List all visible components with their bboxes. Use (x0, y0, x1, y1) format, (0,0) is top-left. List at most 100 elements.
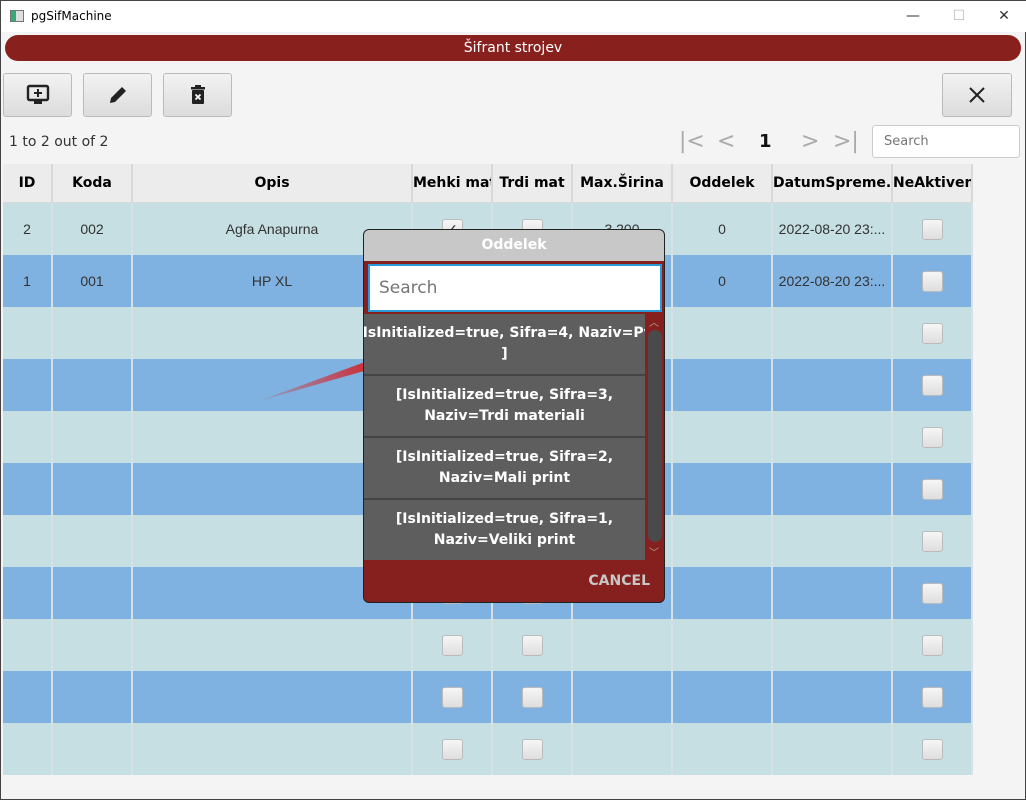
column-header[interactable]: Max.Širina (573, 164, 673, 203)
cell-neaktiven (893, 671, 973, 723)
checkbox[interactable] (441, 634, 463, 656)
column-header[interactable]: NeAktiven (893, 164, 973, 203)
checkbox[interactable] (921, 530, 943, 552)
checkbox[interactable] (921, 686, 943, 708)
close-button[interactable] (942, 73, 1012, 117)
cell-koda (53, 307, 133, 359)
cell-id (3, 463, 53, 515)
cell-mehki-mat (413, 671, 493, 723)
next-page-button[interactable]: > (801, 129, 819, 154)
prev-page-button[interactable]: < (717, 129, 735, 154)
close-icon (969, 87, 985, 103)
cell-datum (773, 567, 893, 619)
cell-id (3, 359, 53, 411)
window-close-button[interactable]: ✕ (981, 1, 1026, 32)
search-input[interactable] (872, 125, 1020, 158)
cell-neaktiven (893, 359, 973, 411)
edit-button[interactable] (83, 73, 152, 117)
dialog-title: Oddelek (364, 230, 664, 261)
checkbox[interactable] (921, 478, 943, 500)
add-button[interactable] (3, 73, 72, 117)
table-row[interactable] (3, 723, 973, 775)
cell-max-sirina (573, 671, 673, 723)
last-page-button[interactable]: >| (833, 129, 859, 154)
table-row[interactable] (3, 619, 973, 671)
list-item[interactable]: [IsInitialized=true, Sifra=1, Naziv=Veli… (364, 500, 645, 560)
cell-neaktiven (893, 255, 973, 307)
checkbox[interactable] (921, 218, 943, 240)
table-row[interactable] (3, 671, 973, 723)
checkbox[interactable] (521, 686, 543, 708)
cell-oddelek (673, 463, 773, 515)
column-header[interactable]: Oddelek (673, 164, 773, 203)
pencil-icon (109, 87, 126, 103)
cell-id (3, 567, 53, 619)
cell-opis (133, 723, 413, 775)
scrollbar-thumb[interactable] (648, 330, 662, 542)
cell-id (3, 619, 53, 671)
column-header[interactable]: DatumSpreme... (773, 164, 893, 203)
list-scrollbar[interactable]: ︿ ﹀ (645, 314, 664, 560)
cell-koda (53, 515, 133, 567)
cell-koda (53, 723, 133, 775)
list-item[interactable]: [IsInitialized=true, Sifra=3, Naziv=Trdi… (364, 376, 645, 438)
checkbox[interactable] (921, 426, 943, 448)
cell-oddelek (673, 307, 773, 359)
checkbox[interactable] (441, 686, 463, 708)
cell-datum (773, 307, 893, 359)
cell-id (3, 515, 53, 567)
checkbox[interactable] (921, 374, 943, 396)
cell-neaktiven (893, 619, 973, 671)
cell-koda (53, 359, 133, 411)
list-item-label: [IsInitialized=true, Sifra=2, Naziv=Mali… (395, 449, 614, 486)
checkbox[interactable] (521, 738, 543, 760)
first-page-button[interactable]: |< (679, 129, 705, 154)
cell-koda: 001 (53, 255, 133, 307)
checkbox[interactable] (921, 322, 943, 344)
checkbox[interactable] (521, 634, 543, 656)
column-header[interactable]: Mehki mat (413, 164, 493, 203)
cancel-button[interactable]: CANCEL (588, 573, 650, 589)
cell-neaktiven (893, 515, 973, 567)
cell-koda (53, 463, 133, 515)
cell-id (3, 411, 53, 463)
minimize-button[interactable]: — (890, 1, 936, 32)
scroll-down-icon[interactable]: ﹀ (649, 544, 659, 559)
checkbox[interactable] (921, 582, 943, 604)
monitor-plus-icon (26, 84, 49, 104)
cell-datum: 2022-08-20 23:... (773, 255, 893, 307)
checkbox[interactable] (921, 738, 943, 760)
checkbox[interactable] (921, 634, 943, 656)
maximize-button[interactable]: ☐ (936, 1, 982, 32)
list-item[interactable]: [IsInitialized=true, Sifra=2, Naziv=Mali… (364, 438, 645, 500)
column-header[interactable]: ID (3, 164, 53, 203)
scroll-up-icon[interactable]: ︿ (649, 314, 659, 329)
cell-neaktiven (893, 203, 973, 255)
oddelek-dialog: Oddelek [IsInitialized=true, Sifra=4, Na… (363, 229, 665, 603)
cell-oddelek (673, 723, 773, 775)
list-item[interactable]: [IsInitialized=true, Sifra=4, Naziv=Pv ] (364, 314, 645, 376)
cell-id (3, 671, 53, 723)
checkbox[interactable] (441, 738, 463, 760)
column-header[interactable]: Trdi mat (493, 164, 573, 203)
cell-id (3, 723, 53, 775)
cell-oddelek (673, 567, 773, 619)
cell-trdi-mat (493, 619, 573, 671)
dialog-search-input[interactable] (368, 264, 662, 312)
column-header[interactable]: Koda (53, 164, 133, 203)
trash-icon (190, 85, 205, 104)
list-item-label: [IsInitialized=true, Sifra=4, Naziv=Pv ] (364, 325, 645, 362)
cell-max-sirina (573, 619, 673, 671)
cell-koda (53, 411, 133, 463)
checkbox[interactable] (921, 270, 943, 292)
delete-button[interactable] (163, 73, 232, 117)
cell-id: 1 (3, 255, 53, 307)
current-page[interactable]: 1 (759, 131, 772, 152)
cell-neaktiven (893, 723, 973, 775)
cell-neaktiven (893, 463, 973, 515)
cell-trdi-mat (493, 671, 573, 723)
cell-oddelek (673, 411, 773, 463)
cell-mehki-mat (413, 723, 493, 775)
cell-datum: 2022-08-20 23:... (773, 203, 893, 255)
column-header[interactable]: Opis (133, 164, 413, 203)
